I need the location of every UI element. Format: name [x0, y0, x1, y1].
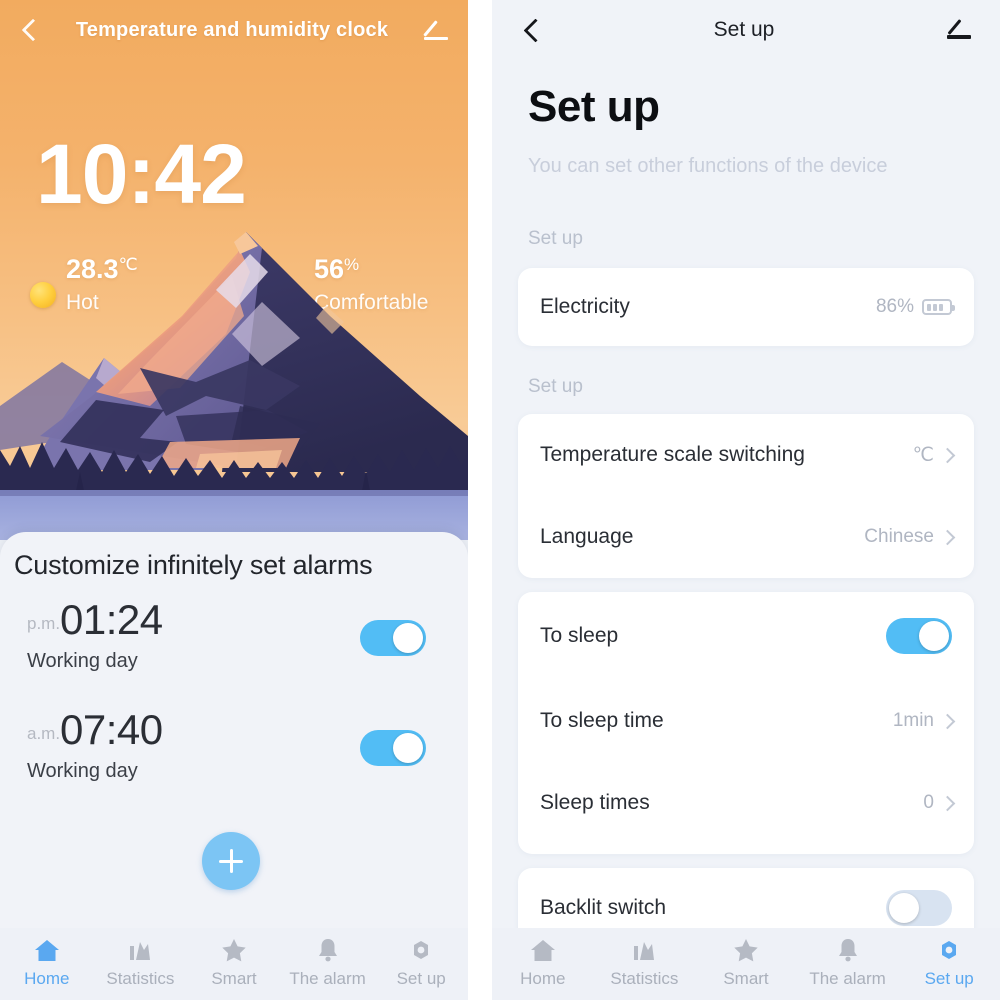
row-label: To sleep time	[540, 709, 664, 732]
tab-label: Set up	[924, 969, 974, 988]
tab-statistics[interactable]: Statistics	[598, 936, 690, 989]
current-time: 10:42	[36, 127, 247, 221]
row-value: ℃	[912, 444, 934, 466]
row-value: 0	[923, 792, 934, 813]
to-sleep-toggle[interactable]	[886, 618, 952, 654]
alarm-sheet-heading: Customize infinitely set alarms	[14, 550, 373, 580]
tab-label: Set up	[396, 969, 446, 988]
tab-the-alarm[interactable]: The alarm	[802, 936, 894, 989]
dual-screenshot-container: Temperature and humidity clock 10:42 28.…	[0, 0, 1000, 1000]
row-label: Temperature scale switching	[540, 443, 805, 466]
alarm-time: 07:40	[60, 706, 163, 753]
row-label: Sleep times	[540, 791, 650, 814]
settings-card: Temperature scale switching ℃ Language C…	[518, 414, 974, 578]
sleep-card: To sleep To sleep time 1min Sleep times …	[518, 592, 974, 854]
row-language[interactable]: Language Chinese	[518, 496, 974, 578]
star-icon	[732, 936, 760, 964]
right-header-bar: Set up	[492, 0, 1000, 60]
bell-icon	[314, 936, 342, 964]
row-value: Chinese	[864, 526, 934, 547]
screen-divider	[468, 0, 492, 1000]
tab-the-alarm[interactable]: The alarm	[282, 936, 374, 989]
tab-label: Smart	[211, 969, 257, 988]
mountain-landscape-illustration	[0, 232, 468, 540]
header-title: Set up	[713, 18, 775, 41]
row-temperature-scale[interactable]: Temperature scale switching ℃	[518, 414, 974, 496]
tab-home[interactable]: Home	[497, 936, 589, 989]
alarm-meridiem: p.m.	[27, 614, 61, 633]
row-sleep-times[interactable]: Sleep times 0	[518, 762, 974, 844]
tab-label: The alarm	[289, 969, 366, 988]
star-icon	[220, 936, 248, 964]
row-to-sleep-time[interactable]: To sleep time 1min	[518, 680, 974, 762]
tab-label: Statistics	[106, 969, 175, 988]
left-header-bar: Temperature and humidity clock	[0, 0, 468, 60]
alarm-list-item[interactable]: p.m. 01:24 Working day	[0, 596, 468, 694]
right-phone-screen: Set up Set up You can set other function…	[492, 0, 1000, 1000]
alarm-sheet: Customize infinitely set alarms p.m. 01:…	[0, 532, 468, 930]
home-icon	[529, 936, 557, 964]
tab-smart[interactable]: Smart	[188, 936, 280, 989]
row-electricity[interactable]: Electricity 86%	[518, 268, 974, 346]
electricity-card: Electricity 86%	[518, 268, 974, 346]
gear-icon	[407, 936, 435, 964]
backlit-toggle[interactable]	[886, 890, 952, 926]
tab-smart[interactable]: Smart	[700, 936, 792, 989]
chevron-left-icon[interactable]	[16, 17, 42, 43]
row-value: 1min	[892, 710, 934, 731]
chevron-left-icon[interactable]	[518, 17, 544, 43]
chevron-right-icon	[942, 532, 952, 542]
alarm-toggle[interactable]	[360, 730, 426, 766]
chevron-right-icon	[942, 716, 952, 726]
tab-label: Home	[24, 969, 70, 988]
row-value: 86%	[875, 296, 914, 317]
bottom-tab-bar: Home Statistics Smart The alarm Set up	[0, 928, 468, 1000]
tab-label: Home	[520, 969, 566, 988]
row-label: Language	[540, 525, 634, 548]
pencil-edit-icon[interactable]	[422, 17, 452, 43]
bottom-tab-bar: Home Statistics Smart The alarm Set up	[492, 928, 1000, 1000]
battery-icon	[922, 299, 955, 315]
page-title: Temperature and humidity clock	[75, 18, 389, 41]
gear-icon	[935, 936, 963, 964]
tab-set-up[interactable]: Set up	[903, 936, 995, 989]
alarm-meridiem: a.m.	[27, 724, 61, 743]
hero-weather-panel: Temperature and humidity clock 10:42 28.…	[0, 0, 468, 540]
tab-home[interactable]: Home	[1, 936, 93, 989]
add-alarm-button[interactable]	[202, 832, 260, 890]
tab-label: Smart	[723, 969, 769, 988]
page-title: Set up	[528, 82, 660, 131]
row-label: Electricity	[540, 295, 630, 318]
chevron-right-icon	[942, 798, 952, 808]
tab-label: The alarm	[809, 969, 886, 988]
bar-chart-icon	[126, 936, 154, 964]
tab-label: Statistics	[610, 969, 679, 988]
alarm-time: 01:24	[60, 596, 163, 643]
row-to-sleep[interactable]: To sleep	[518, 592, 974, 680]
bar-chart-icon	[630, 936, 658, 964]
alarm-toggle[interactable]	[360, 620, 426, 656]
alarm-repeat: Working day	[27, 760, 138, 782]
bell-icon	[834, 936, 862, 964]
pencil-edit-icon[interactable]	[944, 17, 974, 43]
left-phone-screen: Temperature and humidity clock 10:42 28.…	[0, 0, 468, 1000]
home-icon	[33, 936, 61, 964]
alarm-list-item[interactable]: a.m. 07:40 Working day	[0, 706, 468, 804]
alarm-repeat: Working day	[27, 650, 138, 672]
chevron-right-icon	[942, 450, 952, 460]
tab-statistics[interactable]: Statistics	[94, 936, 186, 989]
tab-set-up[interactable]: Set up	[375, 936, 467, 989]
section-label-settings: Set up	[528, 376, 583, 397]
page-subtitle: You can set other functions of the devic…	[528, 155, 888, 177]
section-label-electricity: Set up	[528, 228, 583, 249]
